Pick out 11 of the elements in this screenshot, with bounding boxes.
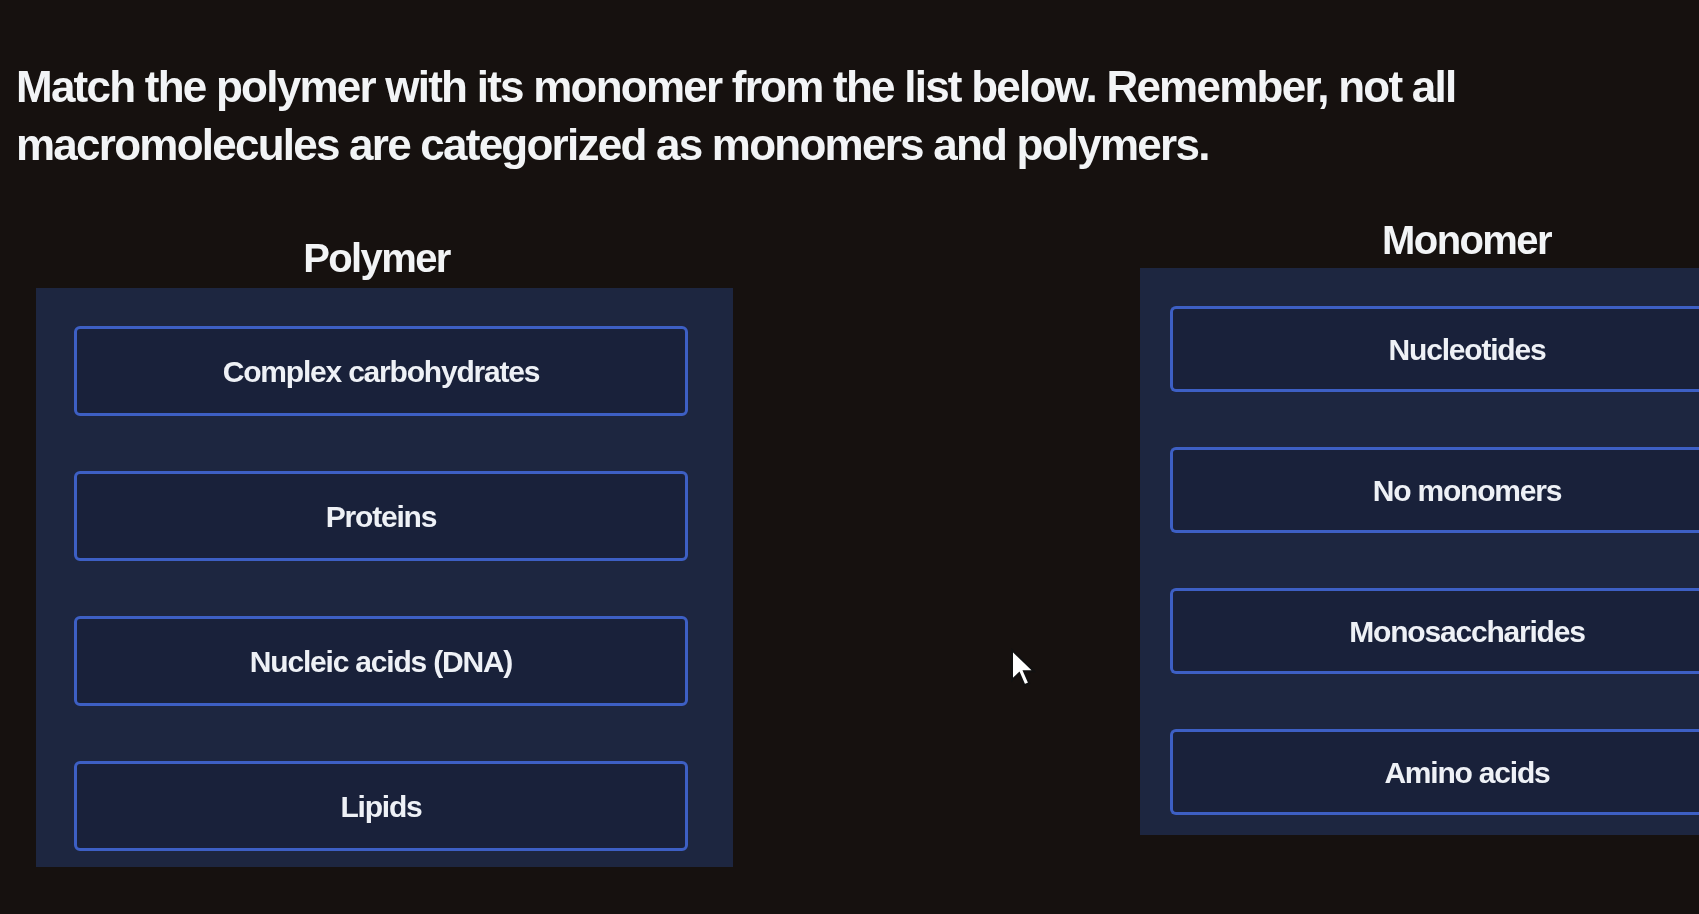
- question-text: Match the polymer with its monomer from the list below. Remember, not all macromolecules are categorized as monomers and polymers.: [16, 61, 1457, 171]
- answer-option[interactable]: Proteins: [74, 471, 688, 561]
- answer-option[interactable]: Complex carbohydrates: [74, 326, 688, 416]
- answer-option[interactable]: Lipids: [74, 761, 688, 851]
- answer-option[interactable]: Amino acids: [1170, 729, 1699, 815]
- answer-option[interactable]: Monosaccharides: [1170, 588, 1699, 674]
- answer-option[interactable]: Nucleotides: [1170, 306, 1699, 392]
- answer-option[interactable]: No monomers: [1170, 447, 1699, 533]
- column-heading: Polymer: [302, 236, 452, 280]
- answer-option[interactable]: Nucleic acids (DNA): [74, 616, 688, 706]
- column-heading: Monomer: [1381, 218, 1553, 262]
